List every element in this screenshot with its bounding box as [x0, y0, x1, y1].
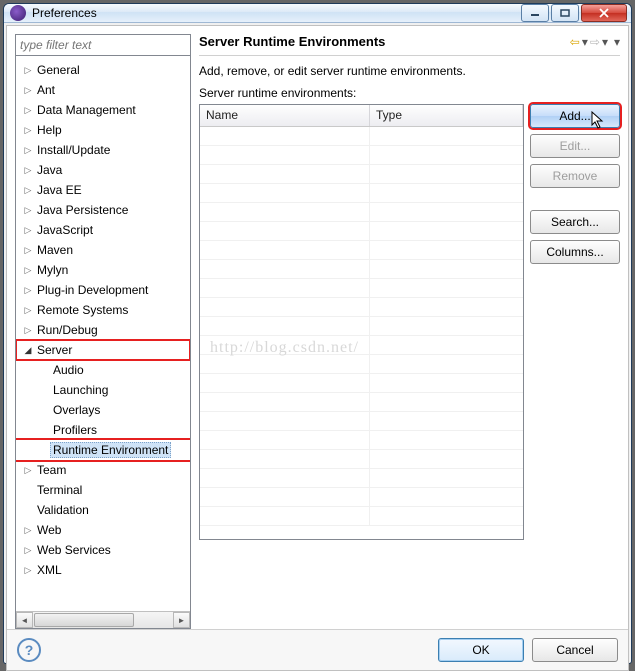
- eclipse-icon: [10, 5, 26, 21]
- window-title: Preferences: [32, 6, 521, 20]
- back-menu-icon[interactable]: ▾: [582, 35, 588, 49]
- tree-item-overlays[interactable]: Overlays: [16, 400, 190, 420]
- tree-item-runtime-environments[interactable]: Runtime Environment: [16, 440, 190, 460]
- scroll-left-icon[interactable]: ◄: [16, 612, 33, 628]
- button-column: Add... Edit... Remove Search... Columns.…: [530, 104, 620, 629]
- tree-item-web-services[interactable]: ▷Web Services: [16, 540, 190, 560]
- forward-icon[interactable]: ⇨: [590, 35, 600, 49]
- add-button[interactable]: Add...: [530, 104, 620, 128]
- tree-item-validation[interactable]: Validation: [16, 500, 190, 520]
- tree-item-ant[interactable]: ▷Ant: [16, 80, 190, 100]
- ok-button[interactable]: OK: [438, 638, 524, 662]
- footer: ? OK Cancel: [7, 629, 628, 670]
- edit-button-label: Edit...: [560, 139, 591, 153]
- remove-button-label: Remove: [553, 169, 598, 183]
- preferences-window: Preferences ▷General ▷Ant ▷Data Manageme…: [3, 3, 632, 664]
- tree-item-team[interactable]: ▷Team: [16, 460, 190, 480]
- tree[interactable]: ▷General ▷Ant ▷Data Management ▷Help ▷In…: [15, 56, 191, 629]
- tree-item-remote-systems[interactable]: ▷Remote Systems: [16, 300, 190, 320]
- columns-button[interactable]: Columns...: [530, 240, 620, 264]
- history-nav: ⇦▾ ⇨▾ ▾: [570, 35, 620, 49]
- tree-hscrollbar[interactable]: ◄ ►: [16, 611, 190, 628]
- tree-item-audio[interactable]: Audio: [16, 360, 190, 380]
- nav-panel: ▷General ▷Ant ▷Data Management ▷Help ▷In…: [15, 34, 191, 629]
- remove-button[interactable]: Remove: [530, 164, 620, 188]
- tree-item-mylyn[interactable]: ▷Mylyn: [16, 260, 190, 280]
- maximize-button[interactable]: [551, 4, 579, 22]
- tree-item-web[interactable]: ▷Web: [16, 520, 190, 540]
- tree-item-java-ee[interactable]: ▷Java EE: [16, 180, 190, 200]
- titlebar[interactable]: Preferences: [4, 4, 631, 23]
- list-label: Server runtime environments:: [199, 86, 620, 100]
- table-body[interactable]: http://blog.csdn.net/: [200, 127, 523, 539]
- tree-item-help[interactable]: ▷Help: [16, 120, 190, 140]
- col-type[interactable]: Type: [370, 105, 523, 126]
- separator: [199, 55, 620, 56]
- col-name[interactable]: Name: [200, 105, 370, 126]
- scroll-thumb[interactable]: [34, 613, 134, 627]
- columns-button-label: Columns...: [546, 245, 603, 259]
- minimize-button[interactable]: [521, 4, 549, 22]
- close-button[interactable]: [581, 4, 627, 22]
- tree-item-terminal[interactable]: Terminal: [16, 480, 190, 500]
- tree-item-plugin-dev[interactable]: ▷Plug-in Development: [16, 280, 190, 300]
- filter-input[interactable]: [15, 34, 191, 56]
- client-area: ▷General ▷Ant ▷Data Management ▷Help ▷In…: [6, 25, 629, 671]
- tree-item-javascript[interactable]: ▷JavaScript: [16, 220, 190, 240]
- cancel-label: Cancel: [556, 643, 593, 657]
- tree-item-general[interactable]: ▷General: [16, 60, 190, 80]
- search-button-label: Search...: [551, 215, 599, 229]
- back-icon[interactable]: ⇦: [570, 35, 580, 49]
- tree-item-maven[interactable]: ▷Maven: [16, 240, 190, 260]
- tree-item-java-persistence[interactable]: ▷Java Persistence: [16, 200, 190, 220]
- tree-item-run-debug[interactable]: ▷Run/Debug: [16, 320, 190, 340]
- page-title: Server Runtime Environments: [199, 34, 570, 49]
- cursor-icon: [591, 111, 607, 131]
- add-button-label: Add...: [559, 109, 590, 123]
- ok-label: OK: [472, 643, 489, 657]
- tree-item-server[interactable]: ◢Server: [16, 340, 190, 360]
- search-button[interactable]: Search...: [530, 210, 620, 234]
- edit-button[interactable]: Edit...: [530, 134, 620, 158]
- tree-item-java[interactable]: ▷Java: [16, 160, 190, 180]
- main-panel: Server Runtime Environments ⇦▾ ⇨▾ ▾ Add,…: [199, 34, 620, 629]
- tree-item-launching[interactable]: Launching: [16, 380, 190, 400]
- tree-item-xml[interactable]: ▷XML: [16, 560, 190, 580]
- scroll-right-icon[interactable]: ►: [173, 612, 190, 628]
- tree-item-data-management[interactable]: ▷Data Management: [16, 100, 190, 120]
- tree-list: ▷General ▷Ant ▷Data Management ▷Help ▷In…: [16, 56, 190, 611]
- table-header: Name Type: [200, 105, 523, 127]
- runtime-table[interactable]: Name Type http://blog.csdn.net/: [199, 104, 524, 540]
- tree-item-profilers[interactable]: Profilers: [16, 420, 190, 440]
- page-description: Add, remove, or edit server runtime envi…: [199, 64, 620, 78]
- cancel-button[interactable]: Cancel: [532, 638, 618, 662]
- view-menu-icon[interactable]: ▾: [614, 35, 620, 49]
- help-icon[interactable]: ?: [17, 638, 41, 662]
- tree-item-install-update[interactable]: ▷Install/Update: [16, 140, 190, 160]
- forward-menu-icon[interactable]: ▾: [602, 35, 608, 49]
